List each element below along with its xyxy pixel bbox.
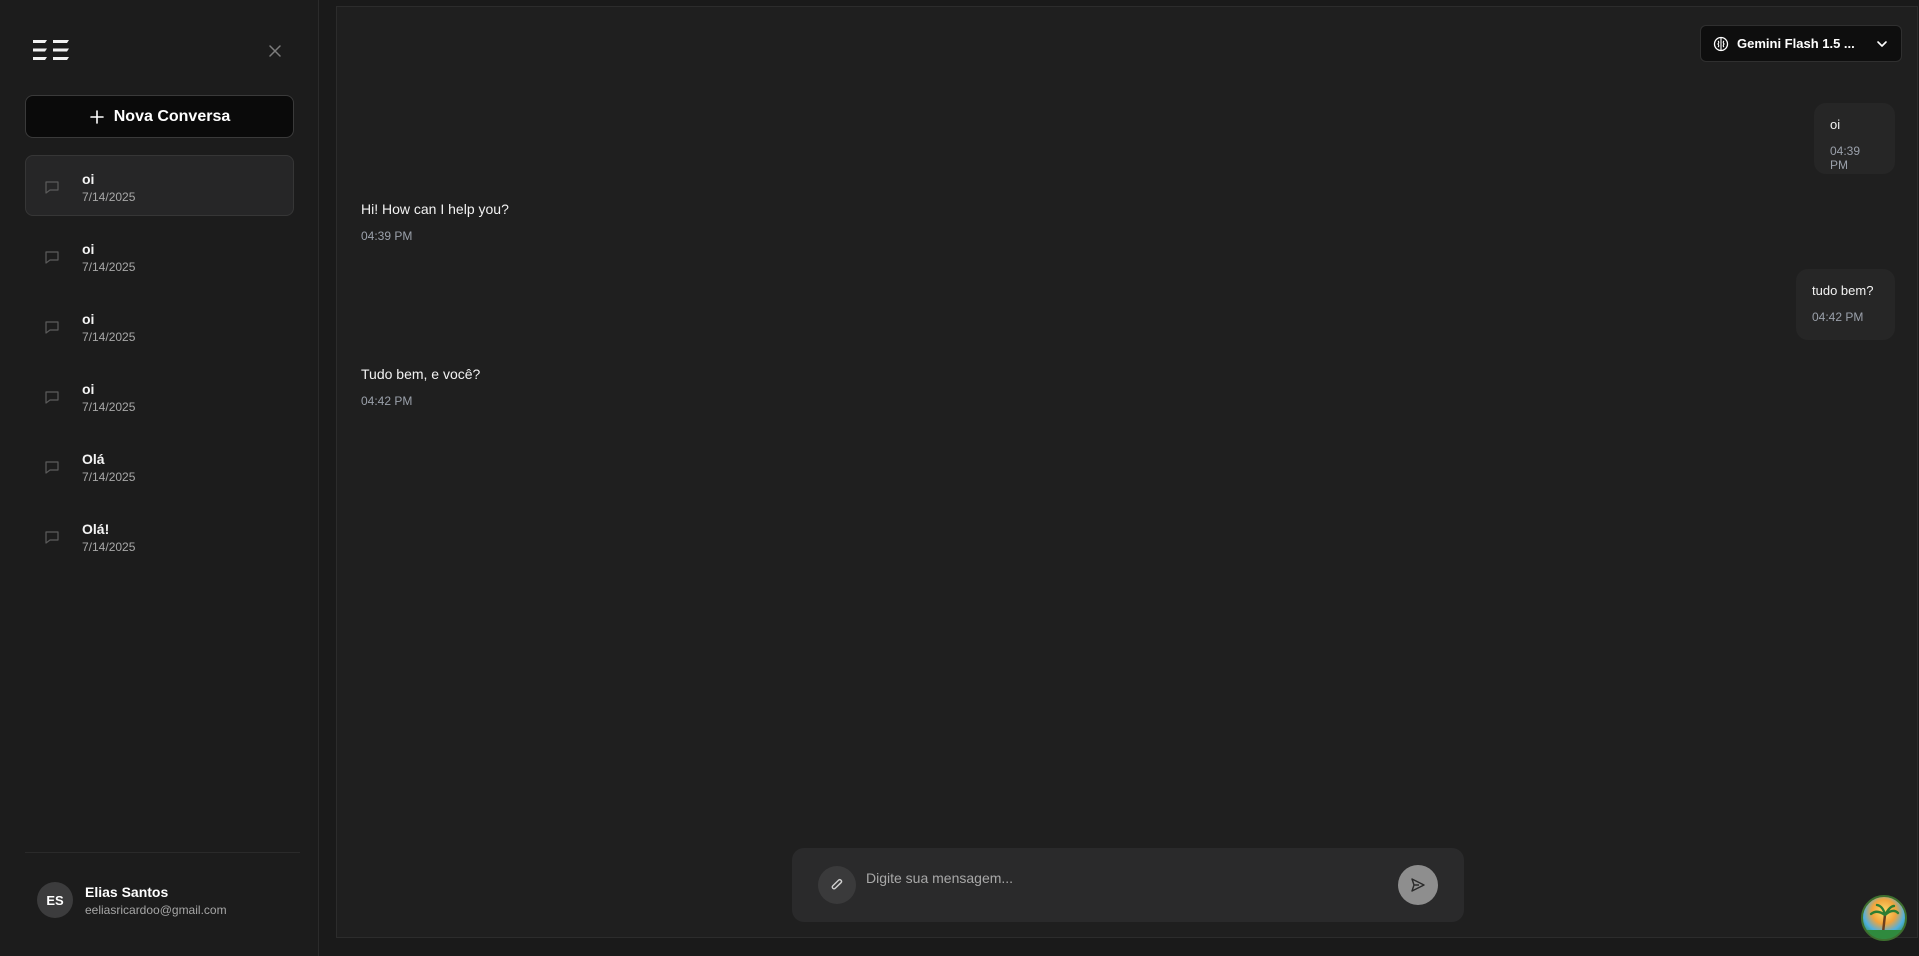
chat-bubble-icon — [45, 181, 59, 194]
model-selector[interactable]: Gemini Flash 1.5 ... — [1700, 25, 1902, 62]
message-text: oi — [1830, 117, 1841, 132]
sidebar-divider — [25, 852, 300, 853]
paperclip-icon — [831, 878, 843, 890]
close-icon[interactable] — [266, 42, 284, 60]
user-message: oi 04:39 PM — [1814, 103, 1895, 174]
chat-bubble-icon — [45, 321, 59, 334]
assistant-message: Hi! How can I help you? 04:39 PM — [361, 201, 509, 243]
chevron-down-icon — [1877, 40, 1887, 47]
user-email: eeliasricardoo@gmail.com — [85, 903, 227, 917]
message-text: Tudo bem, e você? — [361, 366, 481, 382]
new-conversation-button[interactable]: Nova Conversa — [25, 95, 294, 138]
conversation-item[interactable]: oi 7/14/2025 — [25, 295, 294, 356]
conversation-title: oi — [82, 241, 95, 257]
avatar[interactable]: ES — [37, 882, 73, 918]
conversation-title: Olá — [82, 451, 105, 467]
conversation-item[interactable]: oi 7/14/2025 — [25, 155, 294, 216]
chat-bubble-icon — [45, 251, 59, 264]
attach-button[interactable] — [818, 866, 856, 904]
conversation-date: 7/14/2025 — [82, 470, 136, 484]
message-time: 04:39 PM — [361, 229, 413, 243]
chat-bubble-icon — [45, 461, 59, 474]
message-composer — [792, 848, 1464, 922]
plus-icon — [89, 109, 104, 124]
logo-icon — [33, 40, 69, 60]
send-button[interactable] — [1398, 865, 1438, 905]
conversation-title: oi — [82, 381, 95, 397]
chat-bubble-icon — [45, 391, 59, 404]
assistant-message: Tudo bem, e você? 04:42 PM — [361, 366, 480, 408]
chat-panel — [336, 6, 1918, 938]
conversation-date: 7/14/2025 — [82, 400, 136, 414]
conversation-item[interactable]: oi 7/14/2025 — [25, 365, 294, 426]
assistant-avatar-icon[interactable] — [1861, 895, 1907, 941]
conversation-date: 7/14/2025 — [82, 190, 136, 204]
user-name: Elias Santos — [85, 884, 169, 900]
conversation-date: 7/14/2025 — [82, 260, 136, 274]
conversation-item[interactable]: Olá! 7/14/2025 — [25, 505, 294, 566]
conversation-date: 7/14/2025 — [82, 540, 136, 554]
model-label: Gemini Flash 1.5 ... — [1737, 36, 1855, 51]
conversation-item[interactable]: oi 7/14/2025 — [25, 225, 294, 286]
palm-tree-icon — [1863, 903, 1905, 939]
message-time: 04:42 PM — [361, 394, 413, 408]
conversation-title: oi — [82, 311, 95, 327]
message-time: 04:42 PM — [1812, 310, 1864, 324]
conversation-title: oi — [82, 171, 95, 187]
send-icon — [1411, 878, 1425, 892]
sidebar: Nova Conversa oi 7/14/2025 oi 7/14/2025 … — [0, 0, 319, 956]
message-text: tudo bem? — [1812, 283, 1874, 298]
new-conversation-label: Nova Conversa — [113, 107, 231, 125]
conversation-date: 7/14/2025 — [82, 330, 136, 344]
chat-bubble-icon — [45, 531, 59, 544]
conversation-title: Olá! — [82, 521, 110, 537]
conversation-item[interactable]: Olá 7/14/2025 — [25, 435, 294, 496]
brain-icon — [1713, 36, 1729, 51]
message-input[interactable] — [864, 865, 1348, 891]
message-time: 04:39 PM — [1830, 144, 1861, 172]
message-text: Hi! How can I help you? — [361, 201, 509, 217]
user-message: tudo bem? 04:42 PM — [1796, 269, 1895, 340]
